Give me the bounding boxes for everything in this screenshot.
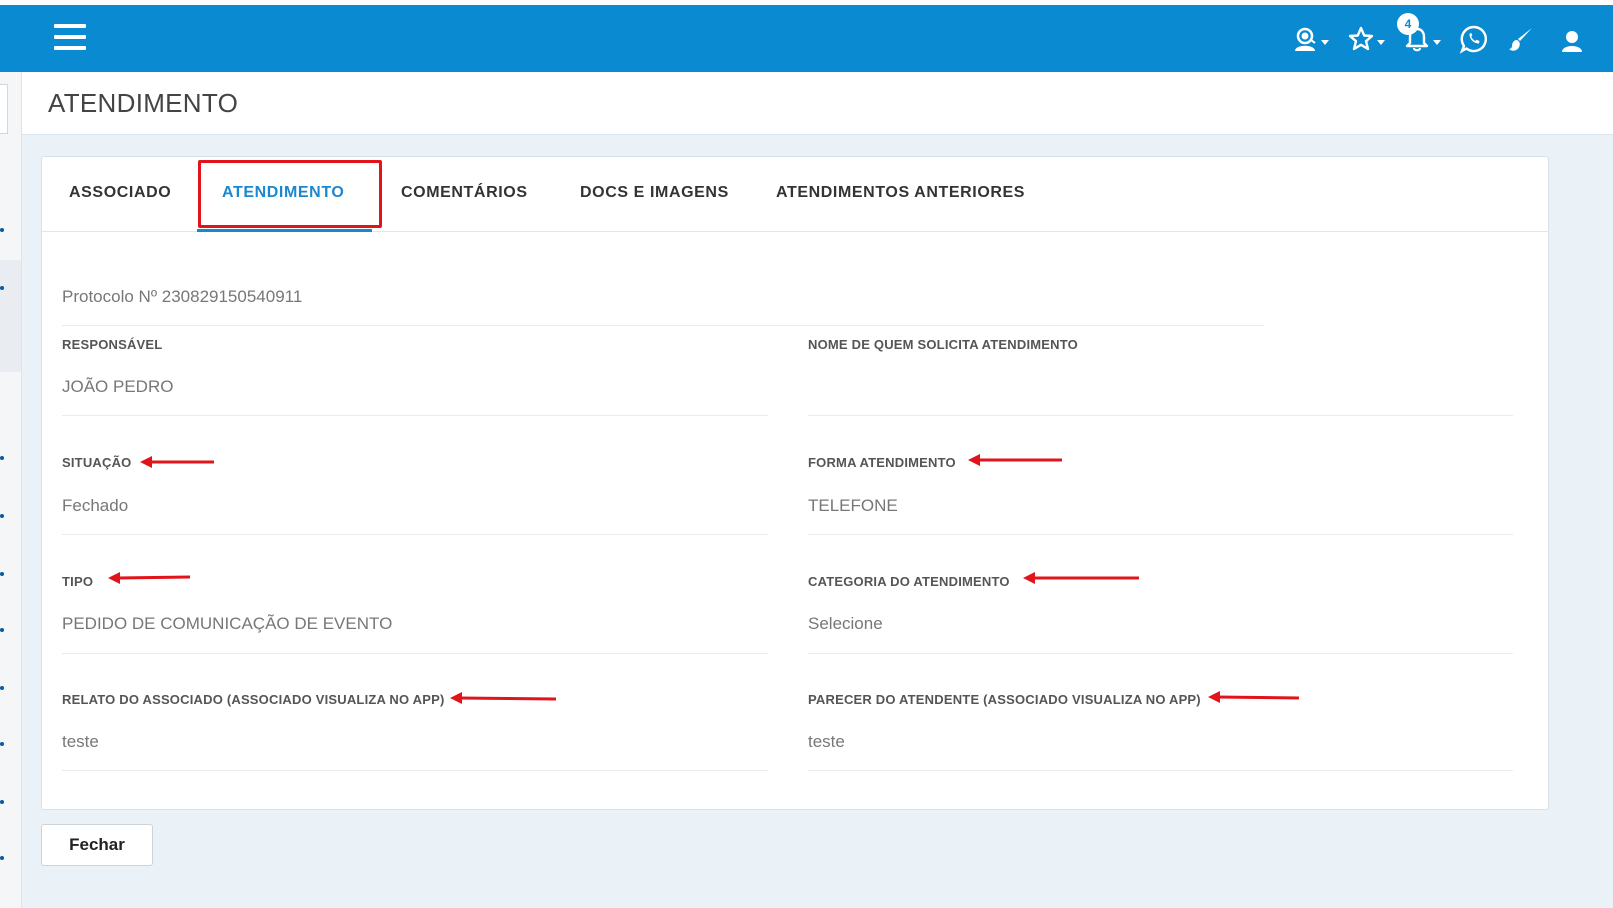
tab-associado[interactable]: ASSOCIADO xyxy=(69,184,171,202)
sidebar-section xyxy=(0,260,21,372)
whatsapp-icon[interactable] xyxy=(1459,24,1489,54)
divider xyxy=(62,534,768,535)
tab-atendimentos-anteriores[interactable]: ATENDIMENTOS ANTERIORES xyxy=(776,184,1025,202)
divider xyxy=(62,415,768,416)
user-icon[interactable] xyxy=(1559,25,1585,53)
sidebar-marker xyxy=(0,514,4,518)
support-agent-icon[interactable] xyxy=(1291,25,1329,53)
protocol-number: Protocolo Nº 230829150540911 xyxy=(62,287,303,306)
star-icon[interactable] xyxy=(1347,25,1385,53)
annotation-arrow-icon xyxy=(108,572,191,584)
sidebar-marker xyxy=(0,628,4,632)
left-sidebar-rail xyxy=(0,72,22,908)
annotation-arrow-icon xyxy=(1208,691,1300,703)
tipo-value: PEDIDO DE COMUNICAÇÃO DE EVENTO xyxy=(62,614,393,633)
page-title: ATENDIMENTO xyxy=(48,88,239,118)
annotation-arrow-icon xyxy=(140,456,214,468)
page-header: ATENDIMENTO xyxy=(22,72,1613,135)
notification-badge: 4 xyxy=(1397,13,1419,35)
parecer-value: teste xyxy=(808,732,845,751)
sidebar-marker xyxy=(0,800,4,804)
forma-atendimento-label: FORMA ATENDIMENTO xyxy=(808,455,956,470)
situacao-label: SITUAÇÃO xyxy=(62,455,132,470)
relato-label: RELATO DO ASSOCIADO (ASSOCIADO VISUALIZA… xyxy=(62,692,445,707)
brush-icon[interactable] xyxy=(1507,25,1535,53)
divider xyxy=(808,415,1513,416)
sidebar-marker xyxy=(0,456,4,460)
menu-icon[interactable] xyxy=(54,24,86,52)
tipo-label: TIPO xyxy=(62,574,94,589)
annotation-arrow-icon xyxy=(450,692,557,704)
divider xyxy=(62,653,768,654)
close-button[interactable]: Fechar xyxy=(41,824,153,866)
sidebar-marker xyxy=(0,686,4,690)
responsavel-value: JOÃO PEDRO xyxy=(62,377,174,396)
forma-atendimento-value: TELEFONE xyxy=(808,496,898,515)
sidebar-marker xyxy=(0,572,4,576)
divider xyxy=(808,534,1513,535)
annotation-arrow-icon xyxy=(1023,572,1139,584)
top-icons: 4 xyxy=(1291,13,1585,59)
situacao-value: Fechado xyxy=(62,496,129,515)
parecer-label: PARECER DO ATENDENTE (ASSOCIADO VISUALIZ… xyxy=(808,692,1201,707)
solicitante-label: NOME DE QUEM SOLICITA ATENDIMENTO xyxy=(808,337,1078,352)
atendimento-card: ASSOCIADO ATENDIMENTO COMENTÁRIOS DOCS E… xyxy=(41,156,1549,810)
active-tab-indicator xyxy=(197,229,372,232)
divider xyxy=(62,770,768,771)
tab-docs-e-imagens[interactable]: DOCS E IMAGENS xyxy=(580,184,729,202)
sidebar-marker xyxy=(0,856,4,860)
tab-bar: ASSOCIADO ATENDIMENTO COMENTÁRIOS DOCS E… xyxy=(42,157,1548,232)
annotation-highlight-box xyxy=(198,160,382,228)
divider xyxy=(808,770,1513,771)
sidebar-marker xyxy=(0,228,4,232)
top-navbar: 4 xyxy=(0,5,1613,72)
sidebar-marker xyxy=(0,742,4,746)
divider xyxy=(62,325,1264,326)
categoria-value[interactable]: Selecione xyxy=(808,614,883,634)
categoria-label: CATEGORIA DO ATENDIMENTO xyxy=(808,574,1010,589)
responsavel-label: RESPONSÁVEL xyxy=(62,337,163,352)
sidebar-toggle[interactable] xyxy=(0,84,8,134)
sidebar-marker xyxy=(0,286,4,290)
tab-comentarios[interactable]: COMENTÁRIOS xyxy=(401,184,528,202)
divider xyxy=(808,653,1513,654)
annotation-arrow-icon xyxy=(968,454,1062,466)
relato-value: teste xyxy=(62,732,99,751)
bell-icon[interactable]: 4 xyxy=(1397,13,1441,53)
